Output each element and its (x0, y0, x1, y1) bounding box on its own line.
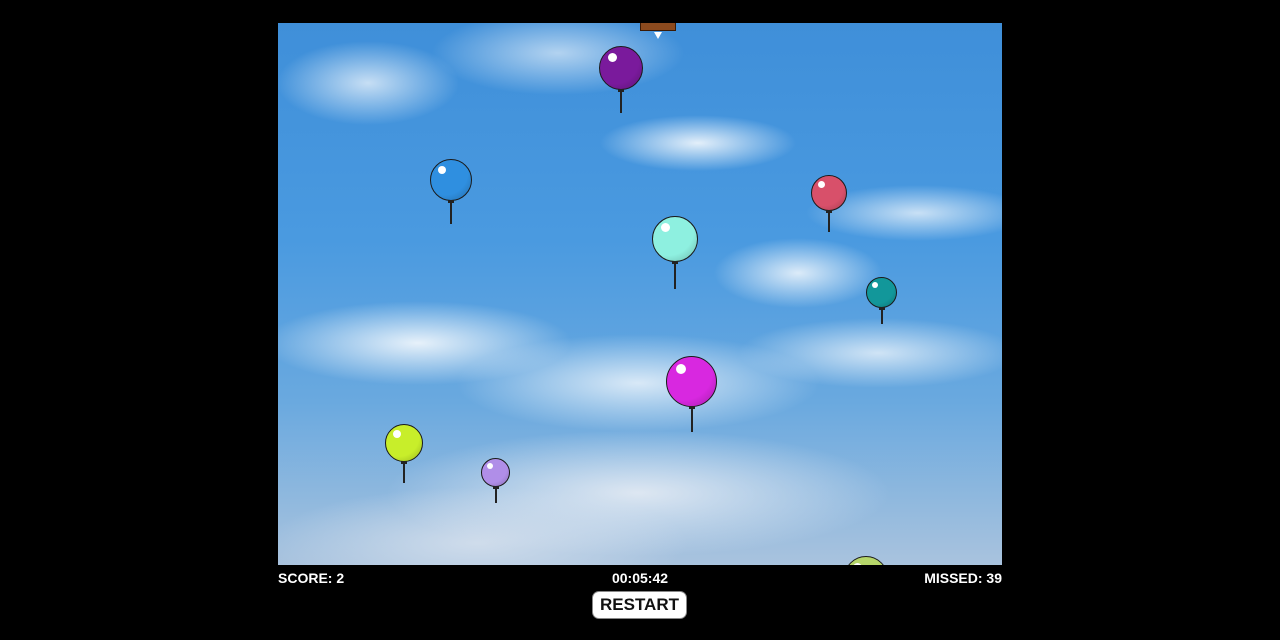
balloon-string (494, 488, 497, 503)
balloon-string (828, 212, 830, 232)
balloon-body (599, 46, 643, 90)
balloon-body (811, 175, 847, 211)
balloon-body (430, 159, 472, 201)
balloon-shine (818, 181, 825, 188)
balloon-string (880, 309, 883, 324)
balloon-string (450, 202, 452, 224)
balloon-mint[interactable] (652, 216, 698, 292)
balloon-body (866, 277, 897, 308)
balloon-shine (661, 223, 670, 232)
balloon-shine (872, 282, 878, 288)
balloon-string (690, 408, 693, 432)
balloon-shine (438, 166, 446, 174)
restart-button[interactable]: RESTART (592, 591, 687, 619)
balloon-purple[interactable] (599, 46, 643, 116)
balloon-string (674, 263, 676, 289)
balloon-shine (487, 463, 493, 469)
launcher (640, 23, 676, 31)
balloon-body (844, 556, 888, 565)
balloon-shine (853, 563, 862, 565)
balloon-teal[interactable] (866, 277, 897, 327)
balloon-lavender[interactable] (481, 458, 510, 506)
missed-display: MISSED: 39 (924, 570, 1002, 586)
game-area[interactable] (278, 23, 1002, 565)
aim-pointer-icon (654, 32, 662, 39)
balloon-string (403, 463, 405, 483)
balloon-red[interactable] (811, 175, 847, 235)
balloon-lime[interactable] (385, 424, 423, 486)
balloon-shine (608, 53, 617, 62)
balloon-string (620, 91, 622, 113)
balloon-shine (393, 430, 401, 438)
timer-display: 00:05:42 (611, 570, 669, 586)
balloon-body (481, 458, 510, 487)
balloon-olive[interactable] (844, 556, 888, 565)
balloon-shine (676, 364, 686, 374)
balloon-body (666, 356, 717, 407)
balloon-blue[interactable] (430, 159, 472, 227)
balloon-magenta[interactable] (666, 356, 717, 435)
balloon-body (385, 424, 423, 462)
balloon-body (652, 216, 698, 262)
